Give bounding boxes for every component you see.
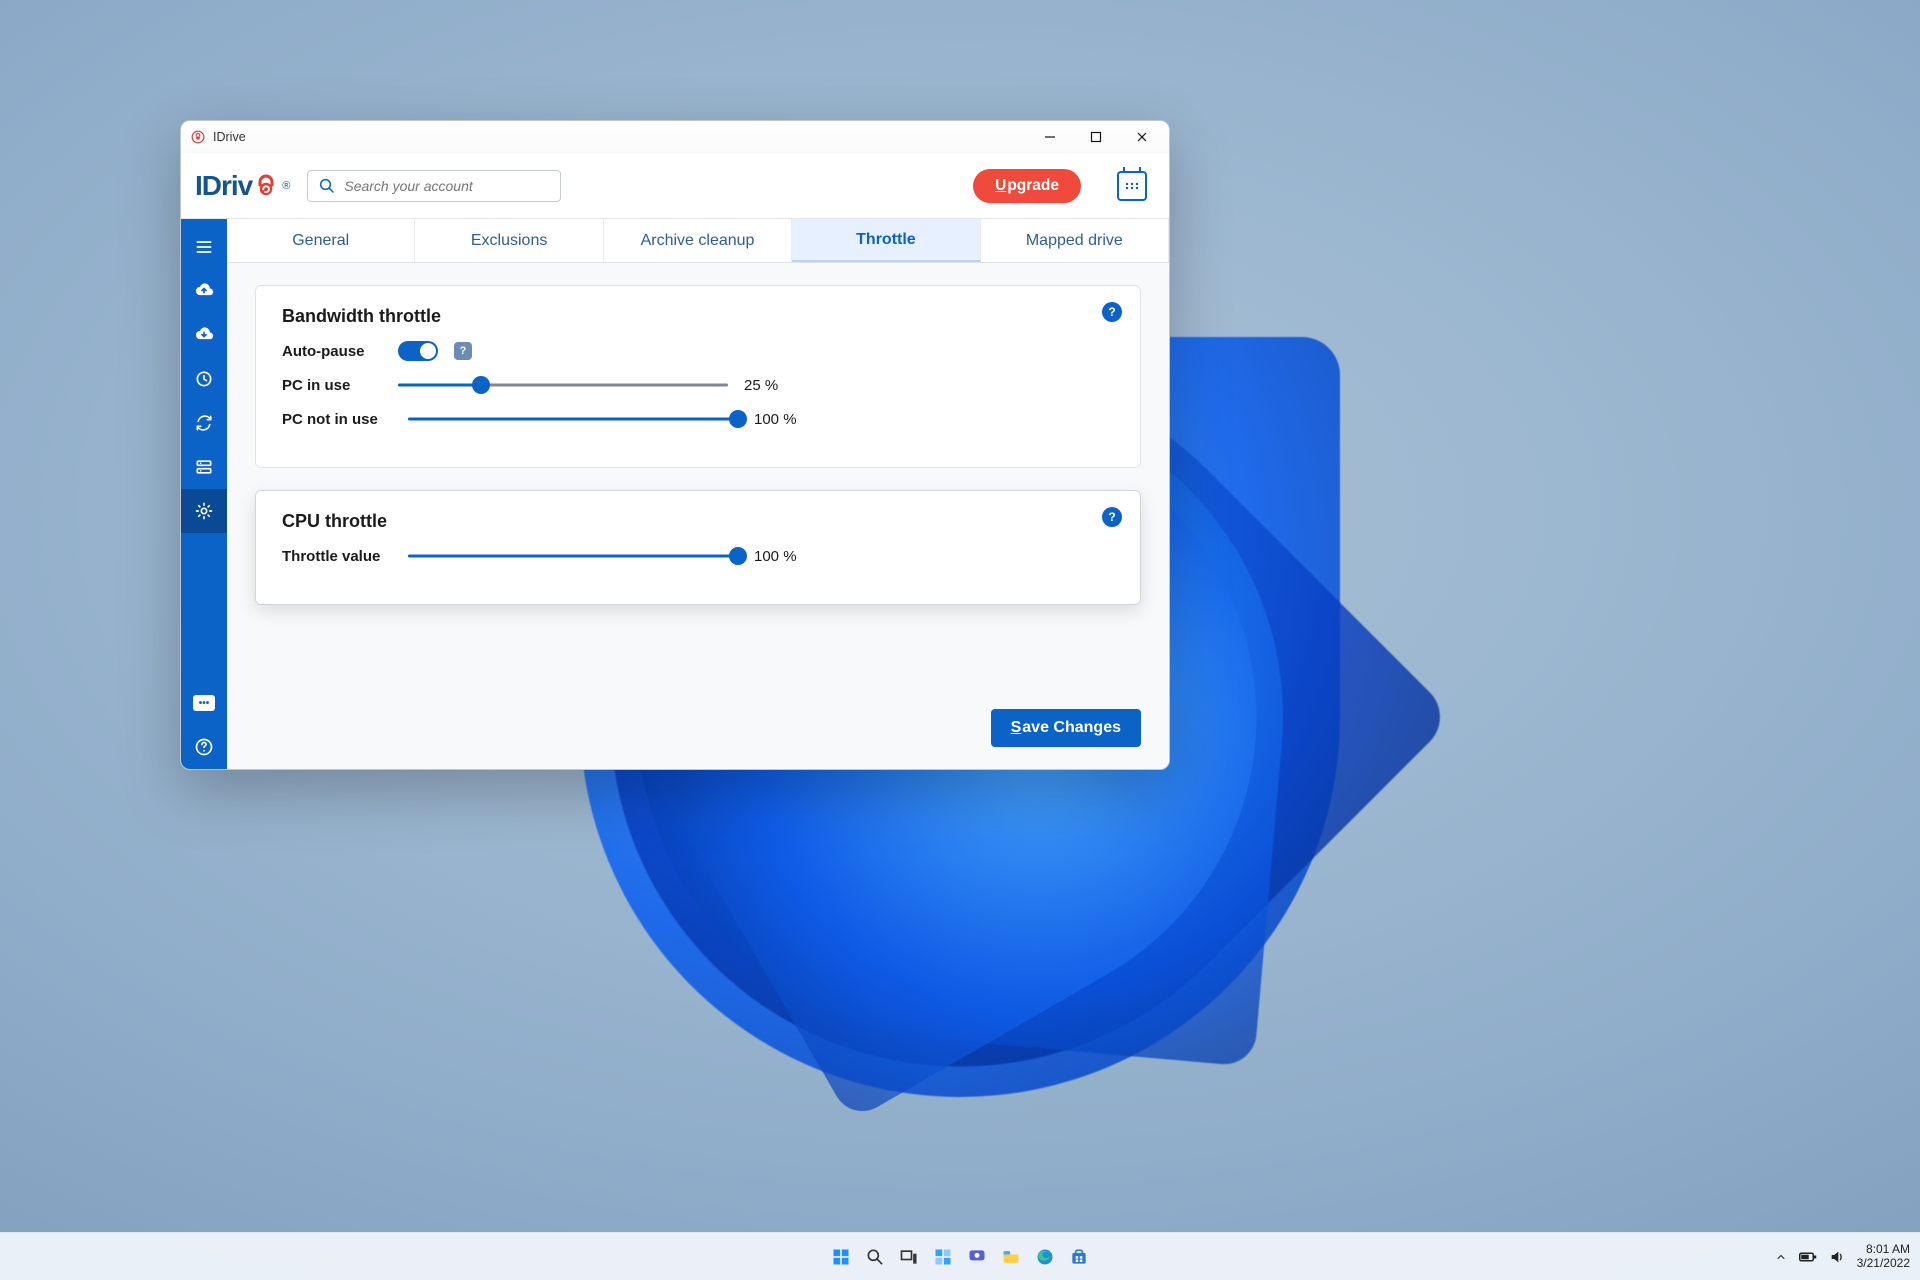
tray-chevron-icon[interactable] — [1775, 1251, 1787, 1263]
system-tray: 8:01 AM 3/21/2022 — [1775, 1233, 1910, 1280]
taskbar-search-icon[interactable] — [861, 1243, 889, 1271]
rail-cloud-upload[interactable] — [181, 269, 227, 313]
cpu-throttle-value: 100 % — [754, 548, 814, 565]
tray-time: 8:01 AM — [1857, 1243, 1910, 1256]
search-icon — [318, 177, 336, 195]
titlebar: IDrive — [181, 121, 1169, 153]
cpu-card: ? CPU throttle Throttle value 100 % — [255, 490, 1141, 605]
calendar-icon — [1125, 182, 1139, 190]
pc-in-use-slider[interactable] — [398, 375, 728, 395]
idrive-logo: IDriv ® — [195, 170, 289, 202]
upgrade-button[interactable]: Upgrade — [973, 169, 1081, 203]
settings-tabs: General Exclusions Archive cleanup Throt… — [227, 219, 1169, 263]
content-area: General Exclusions Archive cleanup Throt… — [227, 219, 1169, 769]
rail-clock[interactable] — [181, 357, 227, 401]
maximize-button[interactable] — [1073, 121, 1119, 153]
start-button[interactable] — [827, 1243, 855, 1271]
app-body: ••• General Exclusions Archive cleanup T… — [181, 219, 1169, 769]
edge-icon[interactable] — [1031, 1243, 1059, 1271]
tab-exclusions[interactable]: Exclusions — [415, 219, 603, 262]
lock-icon — [254, 174, 278, 198]
rail-help[interactable] — [181, 725, 227, 769]
app-icon — [191, 130, 205, 144]
window-controls — [1027, 121, 1165, 153]
save-underline: S — [1011, 719, 1022, 736]
search-box[interactable] — [307, 170, 561, 202]
tab-mapped-drive[interactable]: Mapped drive — [981, 219, 1169, 262]
side-rail: ••• — [181, 219, 227, 769]
explorer-icon[interactable] — [997, 1243, 1025, 1271]
task-view-icon[interactable] — [895, 1243, 923, 1271]
tab-general[interactable]: General — [227, 219, 415, 262]
pc-not-in-use-value: 100 % — [754, 411, 814, 428]
rail-server[interactable] — [181, 445, 227, 489]
save-button[interactable]: Save Changes — [991, 709, 1141, 747]
rail-more[interactable]: ••• — [181, 681, 227, 725]
upgrade-label: pgrade — [1007, 177, 1059, 195]
chat-icon[interactable] — [963, 1243, 991, 1271]
widgets-icon[interactable] — [929, 1243, 957, 1271]
pc-not-in-use-label: PC not in use — [282, 411, 392, 428]
pc-in-use-value: 25 % — [744, 377, 804, 394]
calendar-button[interactable] — [1117, 171, 1147, 201]
search-input[interactable] — [344, 178, 550, 194]
pc-not-in-use-slider[interactable] — [408, 409, 738, 429]
tray-date: 3/21/2022 — [1857, 1257, 1910, 1270]
app-header: IDriv ® Upgrade — [181, 153, 1169, 219]
logo-text: IDriv — [195, 170, 252, 202]
autopause-toggle[interactable] — [398, 341, 438, 361]
rail-cloud-download[interactable] — [181, 313, 227, 357]
help-autopause[interactable]: ? — [454, 342, 472, 360]
taskbar-center — [827, 1243, 1093, 1271]
window-title: IDrive — [213, 130, 246, 144]
footer-bar: Save Changes — [991, 709, 1141, 747]
minimize-button[interactable] — [1027, 121, 1073, 153]
tray-volume-icon[interactable] — [1829, 1249, 1845, 1265]
bandwidth-title: Bandwidth throttle — [282, 306, 1114, 327]
rail-settings[interactable] — [181, 489, 227, 533]
close-button[interactable] — [1119, 121, 1165, 153]
help-bandwidth[interactable]: ? — [1102, 302, 1122, 322]
throttle-panels: ? Bandwidth throttle Auto-pause ? PC in … — [227, 263, 1169, 769]
idrive-window: IDrive IDriv ® — [180, 120, 1170, 770]
upgrade-underline: U — [995, 177, 1006, 195]
store-icon[interactable] — [1065, 1243, 1093, 1271]
cpu-throttle-slider[interactable] — [408, 546, 738, 566]
tray-clock[interactable]: 8:01 AM 3/21/2022 — [1857, 1243, 1910, 1269]
autopause-label: Auto-pause — [282, 343, 382, 360]
cpu-throttle-label: Throttle value — [282, 548, 392, 565]
save-label: ave Changes — [1022, 719, 1121, 736]
logo-reg: ® — [282, 180, 289, 192]
taskbar: 8:01 AM 3/21/2022 — [0, 1232, 1920, 1280]
tab-throttle[interactable]: Throttle — [792, 219, 980, 262]
tray-battery-icon[interactable] — [1799, 1250, 1817, 1264]
rail-sync[interactable] — [181, 401, 227, 445]
cpu-title: CPU throttle — [282, 511, 1114, 532]
help-cpu[interactable]: ? — [1102, 507, 1122, 527]
bandwidth-card: ? Bandwidth throttle Auto-pause ? PC in … — [255, 285, 1141, 468]
pc-in-use-label: PC in use — [282, 377, 382, 394]
more-icon: ••• — [193, 695, 215, 711]
rail-menu-button[interactable] — [181, 225, 227, 269]
tab-archive-cleanup[interactable]: Archive cleanup — [604, 219, 792, 262]
